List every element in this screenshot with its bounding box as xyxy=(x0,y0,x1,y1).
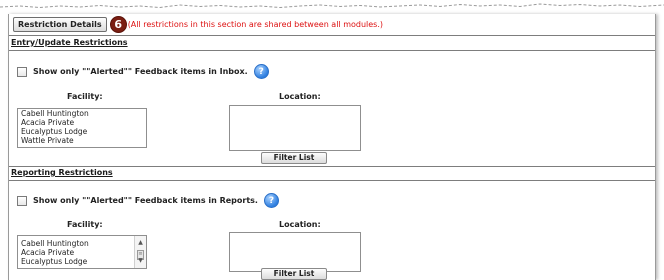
list-item[interactable]: Acacia Private xyxy=(21,118,89,127)
list-item[interactable]: Eucalyptus Lodge xyxy=(21,127,89,136)
help-icon[interactable]: ? xyxy=(263,193,279,208)
divider xyxy=(9,35,655,36)
divider xyxy=(9,166,655,167)
shared-restrictions-notice: (All restrictions in this section are sh… xyxy=(127,19,384,29)
alerted-inbox-label: Show only ""Alerted"" Feedback items in … xyxy=(33,67,248,76)
alerted-reports-label: Show only ""Alerted"" Feedback items in … xyxy=(33,196,258,205)
restriction-details-button[interactable]: Restriction Details xyxy=(13,16,107,32)
filter-list-button[interactable]: Filter List xyxy=(261,268,327,280)
location-label: Location: xyxy=(279,220,321,229)
entry-restrictions-title: Entry/Update Restrictions xyxy=(11,38,128,47)
location-listbox[interactable] xyxy=(229,232,361,272)
numbered-callout-icon: 6 xyxy=(109,15,127,33)
reporting-alerted-checkbox-row: Show only ""Alerted"" Feedback items in … xyxy=(17,193,279,208)
scroll-down-arrow-icon[interactable]: ▼ xyxy=(135,256,146,266)
torn-edge xyxy=(0,3,664,9)
list-item[interactable]: Cabell Huntington xyxy=(21,239,89,248)
divider xyxy=(9,180,655,181)
facility-scrollbar[interactable]: ▲ ≡ ▼ xyxy=(134,236,146,268)
reporting-restrictions-title: Reporting Restrictions xyxy=(11,168,113,177)
facility-listbox[interactable]: Cabell Huntington Acacia Private Eucalyp… xyxy=(17,235,147,269)
facility-listbox[interactable]: Cabell Huntington Acacia Private Eucalyp… xyxy=(17,108,147,148)
restriction-panel: Restriction Details 6 (All restrictions … xyxy=(8,14,656,280)
alerted-reports-checkbox[interactable] xyxy=(17,195,27,206)
list-item[interactable]: Wattle Private xyxy=(21,136,89,145)
header-row: Restriction Details 6 (All restrictions … xyxy=(13,15,384,33)
location-listbox[interactable] xyxy=(229,105,361,151)
alerted-inbox-checkbox[interactable] xyxy=(17,66,27,77)
filter-list-button[interactable]: Filter List xyxy=(261,152,327,164)
facility-label: Facility: xyxy=(67,220,103,229)
list-item[interactable]: Cabell Huntington xyxy=(21,109,89,118)
scroll-up-arrow-icon[interactable]: ▲ xyxy=(135,238,146,248)
facility-label: Facility: xyxy=(67,92,103,101)
location-label: Location: xyxy=(279,92,321,101)
list-item[interactable]: Acacia Private xyxy=(21,248,89,257)
entry-alerted-checkbox-row: Show only ""Alerted"" Feedback items in … xyxy=(17,64,269,79)
divider xyxy=(9,50,655,51)
list-item[interactable]: Eucalyptus Lodge xyxy=(21,257,89,266)
help-icon[interactable]: ? xyxy=(253,64,269,79)
